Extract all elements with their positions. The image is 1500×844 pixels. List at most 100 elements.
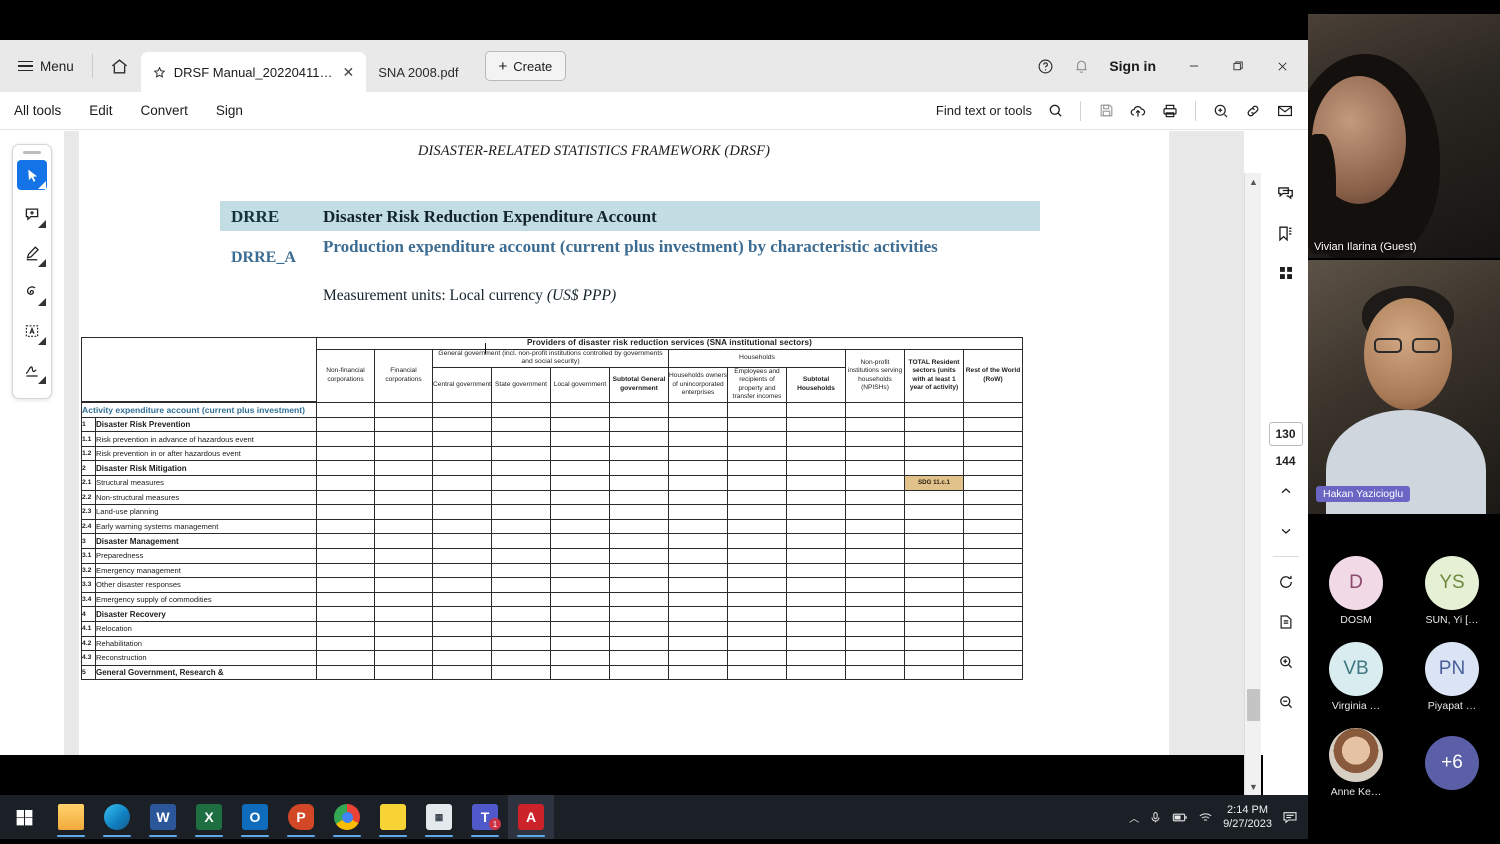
- table-cell[interactable]: [668, 475, 728, 491]
- table-cell[interactable]: [432, 489, 492, 506]
- create-button[interactable]: + Create: [484, 51, 567, 81]
- table-cell[interactable]: [904, 577, 964, 593]
- upload-to-cloud-button[interactable]: [1123, 97, 1153, 125]
- table-cell[interactable]: [668, 606, 728, 622]
- table-cell[interactable]: [727, 504, 787, 520]
- table-cell[interactable]: [786, 620, 846, 637]
- participant-avatar[interactable]: VB Virginia …: [1308, 634, 1404, 720]
- table-cell[interactable]: [963, 591, 1023, 608]
- table-cell[interactable]: [432, 533, 492, 549]
- table-cell[interactable]: [727, 591, 787, 608]
- table-cell[interactable]: [904, 620, 964, 637]
- table-cell[interactable]: [609, 577, 669, 593]
- scroll-down-arrow-icon[interactable]: ▼: [1245, 778, 1262, 795]
- tab-sna-2008[interactable]: SNA 2008.pdf: [366, 52, 468, 92]
- table-cell[interactable]: [727, 547, 787, 564]
- table-cell[interactable]: [845, 547, 905, 564]
- save-button[interactable]: [1091, 97, 1121, 125]
- scrollbar-thumb[interactable]: [1247, 689, 1260, 721]
- table-cell[interactable]: [963, 533, 1023, 549]
- table-cell[interactable]: [727, 606, 787, 622]
- table-cell[interactable]: [845, 475, 905, 491]
- table-cell[interactable]: [491, 475, 551, 491]
- table-cell[interactable]: [316, 606, 375, 622]
- table-cell[interactable]: [432, 518, 492, 535]
- close-window-button[interactable]: [1262, 51, 1302, 81]
- table-cell[interactable]: [668, 562, 728, 579]
- table-cell[interactable]: [609, 620, 669, 637]
- notification-center-icon[interactable]: [1282, 810, 1298, 824]
- table-cell[interactable]: [550, 445, 610, 462]
- table-cell[interactable]: [963, 547, 1023, 564]
- select-tool-button[interactable]: [17, 160, 47, 190]
- search-button[interactable]: [1040, 97, 1070, 125]
- taskbar-microsoft-outlook-button[interactable]: O: [232, 795, 278, 839]
- table-cell[interactable]: [374, 650, 433, 666]
- participant-avatar[interactable]: PN Piyapat …: [1404, 634, 1500, 720]
- table-cell[interactable]: [668, 650, 728, 666]
- table-cell[interactable]: [374, 664, 433, 681]
- table-cell[interactable]: [432, 664, 492, 681]
- table-cell[interactable]: [963, 606, 1023, 622]
- table-cell[interactable]: [904, 504, 964, 520]
- table-cell[interactable]: [316, 475, 375, 491]
- tool-strip-drag-handle[interactable]: [23, 151, 41, 154]
- table-cell[interactable]: [727, 620, 787, 637]
- table-cell[interactable]: [550, 547, 610, 564]
- table-cell[interactable]: [963, 577, 1023, 593]
- table-cell[interactable]: [316, 518, 375, 535]
- table-cell[interactable]: [668, 635, 728, 652]
- table-cell[interactable]: [845, 489, 905, 506]
- table-cell[interactable]: [845, 416, 905, 433]
- table-cell[interactable]: [550, 664, 610, 681]
- table-cell[interactable]: [374, 445, 433, 462]
- table-cell[interactable]: [491, 577, 551, 593]
- table-cell[interactable]: [786, 489, 846, 506]
- share-link-button[interactable]: [1238, 97, 1268, 125]
- table-cell[interactable]: [550, 533, 610, 549]
- table-cell[interactable]: [727, 664, 787, 681]
- table-cell[interactable]: [668, 547, 728, 564]
- video-tile-hakan-yazicioglu[interactable]: Hakan Yazicioglu: [1308, 260, 1500, 514]
- table-cell[interactable]: [668, 533, 728, 549]
- table-cell[interactable]: [491, 431, 551, 447]
- table-cell[interactable]: [727, 562, 787, 579]
- edit-button[interactable]: Edit: [75, 103, 126, 118]
- table-cell[interactable]: [786, 518, 846, 535]
- table-cell[interactable]: [786, 460, 846, 476]
- taskbar-calculator-button[interactable]: ▦: [416, 795, 462, 839]
- table-cell[interactable]: [374, 591, 433, 608]
- taskbar-microsoft-edge-button[interactable]: [94, 795, 140, 839]
- fill-and-sign-tool-button[interactable]: [17, 355, 47, 385]
- table-cell[interactable]: [845, 577, 905, 593]
- table-cell[interactable]: [491, 533, 551, 549]
- table-cell[interactable]: [550, 620, 610, 637]
- table-cell[interactable]: [432, 475, 492, 491]
- table-cell[interactable]: [727, 475, 787, 491]
- document-scrollbar[interactable]: ▲ ▼: [1244, 173, 1261, 795]
- tab-drsf-manual[interactable]: DRSF Manual_20220411… ✕: [140, 52, 367, 92]
- taskbar-sticky-notes-button[interactable]: [370, 795, 416, 839]
- rotate-page-button[interactable]: [1269, 565, 1303, 599]
- menu-button[interactable]: Menu: [8, 48, 86, 84]
- table-cell[interactable]: [550, 562, 610, 579]
- table-cell[interactable]: [904, 664, 964, 681]
- table-cell[interactable]: [786, 401, 846, 418]
- table-cell[interactable]: [316, 460, 375, 476]
- convert-button[interactable]: Convert: [127, 103, 202, 118]
- taskbar-google-chrome-button[interactable]: [324, 795, 370, 839]
- table-cell[interactable]: [845, 664, 905, 681]
- table-cell[interactable]: [609, 445, 669, 462]
- table-cell[interactable]: [904, 635, 964, 652]
- table-cell[interactable]: [316, 562, 375, 579]
- table-cell[interactable]: [668, 431, 728, 447]
- zoom-out-button[interactable]: [1269, 685, 1303, 719]
- table-cell[interactable]: [727, 445, 787, 462]
- table-cell[interactable]: [432, 445, 492, 462]
- add-stamp-button[interactable]: [1206, 97, 1236, 125]
- sign-in-button[interactable]: Sign in: [1101, 58, 1170, 74]
- table-cell[interactable]: [904, 606, 964, 622]
- taskbar-clock[interactable]: 2:14 PM 9/27/2023: [1223, 803, 1272, 832]
- next-page-button[interactable]: [1269, 514, 1303, 548]
- table-cell[interactable]: [374, 431, 433, 447]
